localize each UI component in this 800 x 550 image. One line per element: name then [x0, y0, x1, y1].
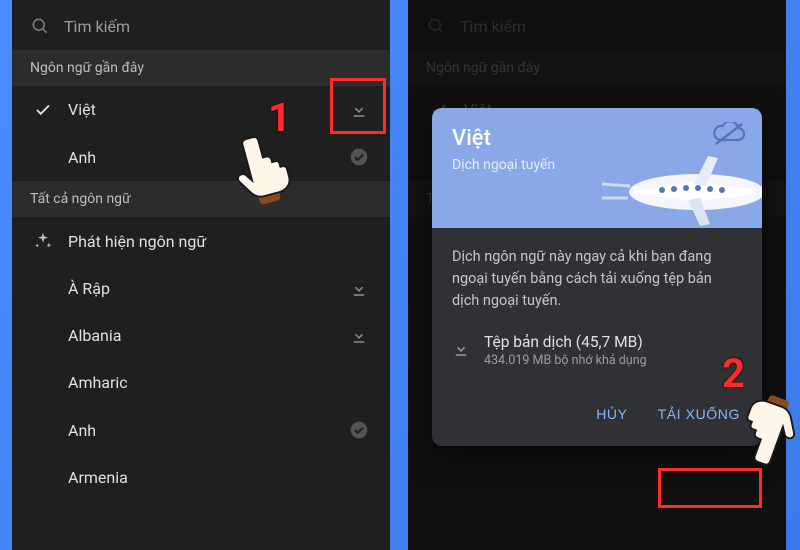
file-subtitle: 434.019 MB bộ nhớ khả dụng [484, 353, 647, 368]
section-recent: Ngôn ngữ gần đây [12, 50, 390, 86]
download-icon[interactable] [346, 327, 372, 345]
search-row[interactable]: Tìm kiếm [12, 0, 390, 50]
sparkle-icon [30, 231, 56, 251]
detect-label: Phát hiện ngôn ngữ [68, 232, 346, 251]
lang-label: Anh [68, 421, 346, 440]
lang-row-detect[interactable]: Phát hiện ngôn ngữ [12, 217, 390, 265]
search-placeholder: Tìm kiếm [64, 17, 130, 36]
lang-label: Anh [68, 148, 346, 167]
lang-row[interactable]: Amharic [12, 359, 390, 406]
lang-row[interactable]: Albania [12, 312, 390, 359]
airplane-illustration [602, 134, 762, 228]
dialog-hero: Việt Dịch ngoại tuyến [432, 108, 762, 228]
download-icon[interactable] [346, 101, 372, 119]
download-button[interactable]: TẢI XUỐNG [646, 396, 752, 432]
downloaded-icon [346, 420, 372, 440]
dialog-description: Dịch ngôn ngữ này ngay cả khi bạn đang n… [452, 246, 742, 311]
lang-row[interactable]: Anh [12, 406, 390, 454]
downloaded-icon [346, 147, 372, 167]
lang-row[interactable]: À Rập [12, 265, 390, 312]
lang-label: À Rập [68, 279, 346, 298]
file-title: Tệp bản dịch (45,7 MB) [484, 333, 647, 351]
check-icon [30, 101, 56, 119]
lang-row[interactable]: Armenia [12, 454, 390, 501]
lang-label: Armenia [68, 468, 346, 487]
cancel-button[interactable]: HỦY [584, 396, 639, 432]
download-icon [452, 340, 470, 362]
lang-label: Albania [68, 326, 346, 345]
lang-row-anh[interactable]: Anh [12, 133, 390, 181]
search-icon [30, 16, 50, 36]
download-icon[interactable] [346, 280, 372, 298]
lang-label: Amharic [68, 373, 346, 392]
phone-screen-left: Tìm kiếm Ngôn ngữ gần đây Việt Anh Tất c… [12, 0, 390, 550]
offline-download-dialog: Việt Dịch ngoại tuyến Dịch ngôn ngữ này … [432, 108, 762, 446]
phone-screen-right: Tìm kiếm Ngôn ngữ gần đây Việt Anh Tất c… [408, 0, 786, 550]
lang-row-viet[interactable]: Việt [12, 86, 390, 133]
lang-label: Việt [68, 100, 346, 119]
section-all: Tất cả ngôn ngữ [12, 181, 390, 217]
dialog-file-row: Tệp bản dịch (45,7 MB) 434.019 MB bộ nhớ… [452, 333, 742, 368]
